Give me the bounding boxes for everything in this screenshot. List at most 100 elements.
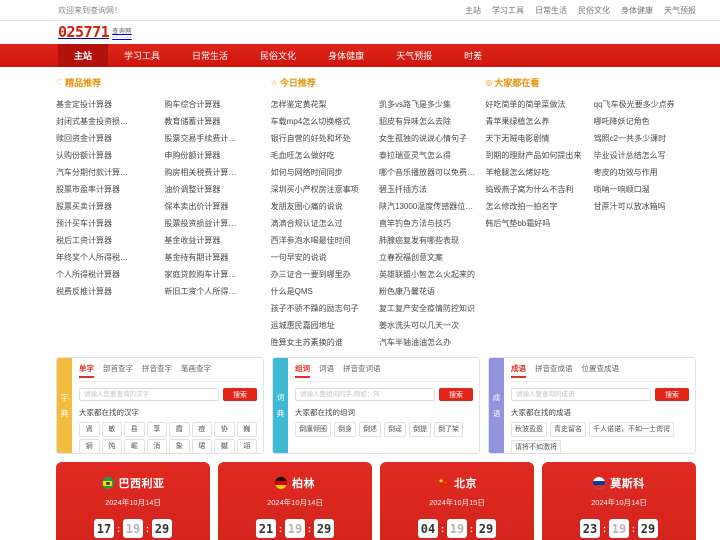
list-item[interactable]: 英雄联盟小智怎么火起来的 [379,266,481,283]
list-item[interactable]: 韩后气垫bb霜好吗 [485,215,587,232]
tab-1-2[interactable]: 拼音查词语 [343,363,381,378]
list-item[interactable]: 青苹果绿植怎么养 [485,113,587,130]
hot-chip[interactable]: 锏 [79,439,100,453]
list-item[interactable]: 税后工资计算器 [56,232,158,249]
hot-chip[interactable]: 倒述 [359,422,381,437]
top-nav-item-3[interactable]: 民俗文化 [578,5,610,16]
list-item[interactable]: 哪个音乐播放器可以免费听歌 [379,164,481,181]
tab-2-0[interactable]: 成语 [511,363,526,378]
clock-card-2[interactable]: 北京2024年10月15日04:19:29 [380,462,534,540]
hot-chip[interactable]: 享 [146,422,167,437]
hot-chip[interactable]: 敏 [101,422,122,437]
hot-chip[interactable]: 珺 [191,439,212,453]
list-item[interactable]: 油价调整计算器 [164,181,266,198]
tab-2-2[interactable]: 位置查成语 [582,363,620,378]
list-item[interactable]: 运城惠民嘉园地址 [271,317,373,334]
hot-chip[interactable]: 倒迳 [384,422,406,437]
hot-chip[interactable]: 饨 [101,439,122,453]
list-item[interactable]: 羊枪腿怎么烤好吃 [485,164,587,181]
list-item[interactable]: 立春祝福创意文案 [379,249,481,266]
list-item[interactable]: 购车综合计算器 [164,96,266,113]
list-item[interactable]: 复工复产安全疫情防控知识 [379,300,481,317]
hot-chip[interactable]: 青史留名 [550,422,586,437]
list-item[interactable]: 一句早安的说说 [271,249,373,266]
list-item[interactable]: 认购份额计算器 [56,147,158,164]
list-item[interactable]: 怎么修改拍一拍名字 [485,198,587,215]
list-item[interactable]: 股票市盈率计算器 [56,181,158,198]
search-button-2[interactable]: 搜索 [655,388,689,401]
list-item[interactable]: 购房相关税费计算… [164,164,266,181]
top-nav-item-5[interactable]: 天气预报 [664,5,696,16]
list-item[interactable]: 凯多vs路飞是多少集 [379,96,481,113]
list-item[interactable]: 姜水洗头可以几天一次 [379,317,481,334]
list-item[interactable]: 股票投资损益计算… [164,215,266,232]
hot-chip[interactable]: 秋波盈盈 [511,422,547,437]
hot-chip[interactable]: 倒提 [409,422,431,437]
list-item[interactable]: 直竿钓鱼方法与技巧 [379,215,481,232]
list-item[interactable]: 滴滴合规认证怎么过 [271,215,373,232]
search-button-1[interactable]: 搜索 [439,388,473,401]
hot-chip[interactable]: 协 [214,422,235,437]
list-item[interactable]: 粉色康乃馨花语 [379,283,481,300]
list-item[interactable]: 新旧工资个人所得… [164,283,266,300]
list-item[interactable]: 毕业设计总结怎么写 [594,147,696,164]
list-item[interactable]: 办三证合一要到哪里办 [271,266,373,283]
list-item[interactable]: 基金定投计算器 [56,96,158,113]
list-item[interactable]: 泰拉瑞亚灵气怎么得 [379,147,481,164]
list-item[interactable]: 申购份额计算器 [164,147,266,164]
main-nav-item-2[interactable]: 日常生活 [176,44,244,67]
list-item[interactable]: 女生孤独的说说心情句子 [379,130,481,147]
main-nav-item-0[interactable]: 主站 [58,44,109,67]
list-item[interactable]: 哪吒降妖记角色 [594,113,696,130]
top-nav-item-0[interactable]: 主站 [465,5,481,16]
list-item[interactable]: 唢呐一响顺口溜 [594,181,696,198]
hot-chip[interactable]: 倒廪倾囷 [295,422,331,437]
list-item[interactable]: 汽车分期付款计算… [56,164,158,181]
hot-chip[interactable]: 倒了架 [434,422,463,437]
list-item[interactable]: 银行自营的好处和坏处 [271,130,373,147]
hot-chip[interactable]: 千人诺诺，不如一士谔谔 [589,422,674,437]
top-nav-item-1[interactable]: 学习工具 [492,5,524,16]
list-item[interactable]: 赎回资金计算器 [56,130,158,147]
list-item[interactable]: 甘蔗汁可以放冰箱吗 [594,198,696,215]
clock-card-1[interactable]: 柏林 2024年10月14日 21:19:29 [218,462,372,540]
list-item[interactable]: 枣皮的功效与作用 [594,164,696,181]
site-logo[interactable]: 025771 查询网 025771.com [58,25,132,40]
list-item[interactable]: 怎样鉴定黄花梨 [271,96,373,113]
list-item[interactable]: 如何与网络时间同步 [271,164,373,181]
tab-1-0[interactable]: 组词 [295,363,310,378]
hot-chip[interactable]: 请将不如激将 [511,440,561,453]
list-item[interactable]: 天下无贼电影剧情 [485,130,587,147]
list-item[interactable]: qq飞车极光要多少点券 [594,96,696,113]
list-item[interactable]: 基金收益计算器 [164,232,266,249]
list-item[interactable]: 发朋友圈心痛的说说 [271,198,373,215]
hot-chip[interactable]: 樾 [214,439,235,453]
hot-chip[interactable]: 消 [146,439,167,453]
clock-card-3[interactable]: 莫斯科 2024年10月14日 23:19:29 [542,462,696,540]
list-item[interactable]: 驾照c2一共多少课时 [594,130,696,147]
list-item[interactable]: 封闭式基金投资损… [56,113,158,130]
hot-chip[interactable]: 痖 [191,422,212,437]
list-item[interactable]: 股票买卖计算器 [56,198,158,215]
list-item[interactable]: 碧玉扦插方法 [379,181,481,198]
hot-chip[interactable]: 翊 [236,439,257,453]
main-nav-item-6[interactable]: 时差 [448,44,498,67]
top-nav-item-4[interactable]: 身体健康 [621,5,653,16]
tab-0-0[interactable]: 单字 [79,363,94,378]
hot-chip[interactable]: 象 [169,439,190,453]
top-nav-item-2[interactable]: 日常生活 [535,5,567,16]
main-nav-item-5[interactable]: 天气预报 [380,44,448,67]
hot-chip[interactable]: 县 [124,422,145,437]
list-item[interactable]: 预计买车计算器 [56,215,158,232]
list-item[interactable]: 到期的理财产品如何提出来 [485,147,587,164]
hot-chip[interactable]: 巍 [236,422,257,437]
tab-2-1[interactable]: 拼音查成语 [535,363,573,378]
tab-0-1[interactable]: 部首查字 [103,363,133,378]
list-item[interactable]: 深圳买小产权房注意事项 [271,181,373,198]
list-item[interactable]: 貂皮有异味怎么去除 [379,113,481,130]
tab-1-1[interactable]: 词语 [319,363,334,378]
list-item[interactable]: 什么是QMS [271,283,373,300]
list-item[interactable]: 基金持有期计算器 [164,249,266,266]
list-item[interactable]: 陕汽13000温度传感器位… [379,198,481,215]
clock-card-0[interactable]: 巴西利亚 2024年10月14日 17:19:29 [56,462,210,540]
